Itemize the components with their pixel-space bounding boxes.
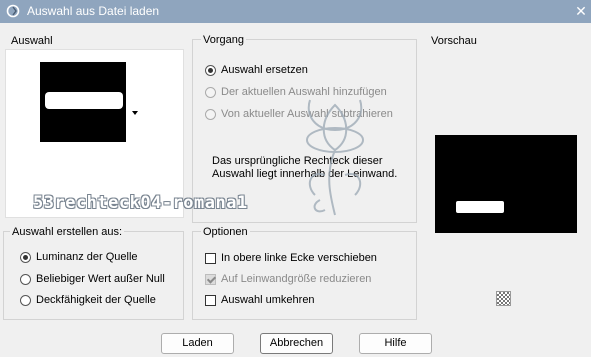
flower-ornament-watermark	[306, 99, 364, 216]
vorschau-label: Vorschau	[431, 35, 477, 47]
radio-button[interactable]	[205, 108, 216, 120]
radio-beliebiger-wert[interactable]: Beliebiger Wert außer Null	[20, 271, 165, 287]
navigate-icon[interactable]	[496, 291, 511, 306]
psp-icon	[6, 4, 20, 18]
checkbox[interactable]	[205, 273, 216, 285]
help-button[interactable]: Hilfe	[359, 333, 432, 354]
checkbox-label: Auf Leinwandgröße reduzieren	[221, 273, 372, 285]
checkbox-label: In obere linke Ecke verschieben	[221, 252, 377, 264]
radio-deckfaehigkeit[interactable]: Deckfähigkeit der Quelle	[20, 292, 156, 308]
checkbox-leinwandgroesse[interactable]: Auf Leinwandgröße reduzieren	[205, 271, 371, 287]
window-title: Auswahl aus Datei laden	[27, 4, 160, 18]
radio-label: Deckfähigkeit der Quelle	[36, 294, 156, 306]
checkbox[interactable]	[205, 252, 216, 264]
radio-label: Auswahl ersetzen	[221, 64, 308, 76]
preview-canvas	[435, 135, 577, 233]
preview-selection-rect	[456, 201, 504, 213]
radio-auswahl-ersetzen[interactable]: Auswahl ersetzen	[205, 62, 308, 78]
selection-preview-black	[40, 62, 126, 142]
radio-button[interactable]	[20, 273, 31, 285]
auswahl-label: Auswahl	[11, 35, 53, 47]
checkbox-obere-linke-ecke[interactable]: In obere linke Ecke verschieben	[205, 250, 377, 266]
checkbox[interactable]	[205, 294, 216, 306]
dropdown-arrow-icon[interactable]	[132, 111, 138, 115]
optionen-label: Optionen	[201, 226, 250, 238]
close-icon[interactable]: ✕	[573, 3, 589, 19]
selection-preview-rect	[45, 92, 123, 109]
load-button[interactable]: Laden	[161, 333, 234, 354]
vorschau-frame: Vorschau	[423, 33, 589, 318]
radio-button[interactable]	[205, 64, 216, 76]
title-bar: Auswahl aus Datei laden ✕	[0, 0, 591, 23]
cancel-button[interactable]: Abbrechen	[260, 333, 333, 354]
watermark-text: 53rechteck04-romana1	[33, 193, 248, 213]
radio-luminanz[interactable]: Luminanz der Quelle	[20, 249, 138, 265]
radio-label: Luminanz der Quelle	[36, 251, 138, 263]
checkbox-auswahl-umkehren[interactable]: Auswahl umkehren	[205, 292, 315, 308]
vorgang-label: Vorgang	[201, 34, 246, 46]
radio-button[interactable]	[205, 86, 216, 98]
radio-label: Beliebiger Wert außer Null	[36, 273, 165, 285]
radio-button[interactable]	[20, 294, 31, 306]
checkbox-label: Auswahl umkehren	[221, 294, 315, 306]
radio-button[interactable]	[20, 251, 31, 263]
auswahl-erstellen-label: Auswahl erstellen aus:	[10, 226, 125, 238]
